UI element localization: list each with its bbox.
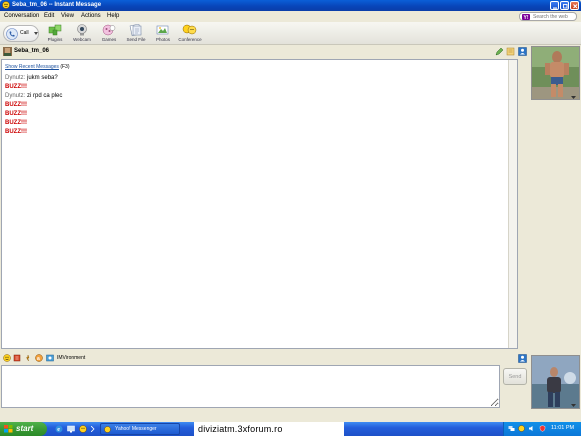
- buzz-alert: BUZZ!!!: [5, 129, 27, 135]
- message-text: zi rpd ca plec: [27, 93, 63, 99]
- chevron-down-icon[interactable]: [571, 96, 576, 100]
- conference-label: Conference: [178, 37, 202, 42]
- close-button[interactable]: [570, 1, 579, 10]
- games-button[interactable]: Games: [96, 24, 122, 44]
- maximize-button[interactable]: [560, 1, 569, 10]
- photos-icon: [156, 25, 169, 35]
- message-sender: Dynutz:: [5, 75, 26, 81]
- menu-help[interactable]: Help: [107, 13, 119, 20]
- title-bar: Seba_tm_06 -- Instant Message: [0, 0, 581, 11]
- contact-header: Seba_tm_06: [0, 45, 530, 59]
- messenger-tray-icon[interactable]: [518, 425, 525, 432]
- message: Dynutz: jukm seba?: [5, 74, 505, 83]
- call-label: Call: [20, 30, 29, 36]
- taskbar-item-yahoo-messenger[interactable]: Yahoo! Messenger: [100, 423, 180, 435]
- buzz-alert: BUZZ!!!: [5, 102, 27, 108]
- taskbar-item-label: Yahoo! Messenger: [115, 426, 157, 432]
- buzz-icon[interactable]: [24, 354, 32, 362]
- contact-display-image[interactable]: [531, 46, 580, 100]
- yahoo-messenger-icon: [104, 426, 111, 433]
- windows-taskbar: start e Yahoo! Messenger diviziatm.3xfor…: [0, 422, 581, 436]
- games-label: Games: [101, 37, 117, 42]
- photos-label: Photos: [155, 37, 170, 42]
- internet-explorer-icon[interactable]: e: [55, 425, 63, 433]
- webcam-icon: [77, 24, 87, 36]
- audible-icon[interactable]: [13, 354, 21, 362]
- format-toolbar: a IMVironment: [0, 351, 529, 364]
- minimize-button[interactable]: [550, 1, 559, 10]
- photos-button[interactable]: Photos: [150, 24, 176, 44]
- buzz-alert: BUZZ!!!: [5, 120, 27, 126]
- emoticon-icon[interactable]: [3, 354, 11, 362]
- conference-icon: [182, 24, 197, 35]
- show-recent-messages-link[interactable]: Show Recent Messages: [5, 64, 59, 70]
- plugins-icon: [48, 24, 62, 36]
- system-tray: 11:01 PM: [503, 422, 581, 436]
- my-details-icon[interactable]: [518, 354, 527, 363]
- yahoo-messenger-icon: [2, 1, 10, 9]
- start-button[interactable]: start: [0, 422, 47, 436]
- send-button[interactable]: Send: [503, 368, 527, 385]
- start-label: start: [16, 424, 34, 433]
- message-text: jukm seba?: [27, 75, 58, 81]
- font-icon[interactable]: a: [35, 354, 43, 362]
- show-recent-messages: Show Recent Messages (F3): [5, 64, 69, 70]
- contact-avatar-thumbnail[interactable]: [3, 47, 12, 56]
- watermark-text: diviziatm.3xforum.ro: [194, 422, 344, 436]
- chevron-right-icon[interactable]: [91, 426, 95, 432]
- contact-details-icon[interactable]: [518, 47, 527, 56]
- my-display-image[interactable]: [531, 355, 580, 409]
- imvironment-label[interactable]: IMVironment: [57, 355, 85, 361]
- plugins-button[interactable]: Plugins: [42, 24, 68, 44]
- web-search-input[interactable]: [533, 13, 576, 20]
- messenger-quicklaunch-icon[interactable]: [79, 425, 87, 433]
- send-file-icon: [129, 24, 142, 36]
- show-recent-shortcut: (F3): [60, 64, 70, 70]
- network-icon[interactable]: [508, 425, 515, 432]
- menu-conversation[interactable]: Conversation: [4, 13, 39, 20]
- windows-logo-icon: [4, 425, 13, 433]
- send-file-label: Send File: [126, 37, 146, 42]
- buzz-alert: BUZZ!!!: [5, 111, 27, 117]
- message-sender: Dynutz:: [5, 93, 26, 99]
- web-search-box[interactable]: Y!: [519, 12, 577, 21]
- my-photo: [532, 356, 579, 408]
- message-input[interactable]: [1, 365, 500, 408]
- menu-view[interactable]: View: [61, 13, 74, 20]
- call-button[interactable]: Call: [3, 25, 39, 42]
- send-file-button[interactable]: Send File: [123, 24, 149, 44]
- conference-button[interactable]: Conference: [177, 24, 203, 44]
- menu-actions[interactable]: Actions: [81, 13, 101, 20]
- svg-text:Y!: Y!: [524, 15, 529, 20]
- imvironment-icon[interactable]: [46, 354, 54, 362]
- pencil-icon[interactable]: [495, 47, 504, 56]
- webcam-button[interactable]: Webcam: [69, 24, 95, 44]
- contact-photo: [532, 47, 579, 99]
- contact-name: Seba_tm_06: [14, 48, 50, 54]
- window-title: Seba_tm_06 -- Instant Message: [12, 2, 102, 8]
- chevron-down-icon[interactable]: [34, 32, 38, 35]
- system-clock: 11:01 PM: [551, 425, 575, 431]
- menu-edit[interactable]: Edit: [44, 13, 54, 20]
- plugins-label: Plugins: [47, 37, 63, 42]
- address-book-icon[interactable]: [506, 47, 515, 56]
- chevron-down-icon[interactable]: [571, 404, 576, 408]
- phone-icon: [6, 28, 18, 40]
- security-icon[interactable]: [539, 425, 546, 432]
- menu-bar: Conversation Edit View Actions Help Y!: [0, 11, 581, 22]
- conversation-history[interactable]: Show Recent Messages (F3) Dynutz: jukm s…: [1, 59, 518, 349]
- message: Dynutz: zi rpd ca plec: [5, 92, 505, 101]
- desktop-icon[interactable]: [67, 425, 75, 433]
- toolbar: Call Plugins Webcam Games Send File Phot…: [0, 22, 581, 45]
- svg-text:e: e: [57, 427, 60, 433]
- yahoo-search-icon: Y!: [522, 14, 530, 20]
- webcam-label: Webcam: [73, 37, 91, 42]
- chat-scrollbar[interactable]: [508, 60, 517, 348]
- volume-icon[interactable]: [528, 425, 535, 432]
- buzz-alert: BUZZ!!!: [5, 84, 27, 90]
- games-icon: [102, 24, 116, 36]
- message-list: Dynutz: jukm seba? BUZZ!!! Dynutz: zi rp…: [5, 74, 505, 137]
- svg-text:a: a: [37, 356, 40, 362]
